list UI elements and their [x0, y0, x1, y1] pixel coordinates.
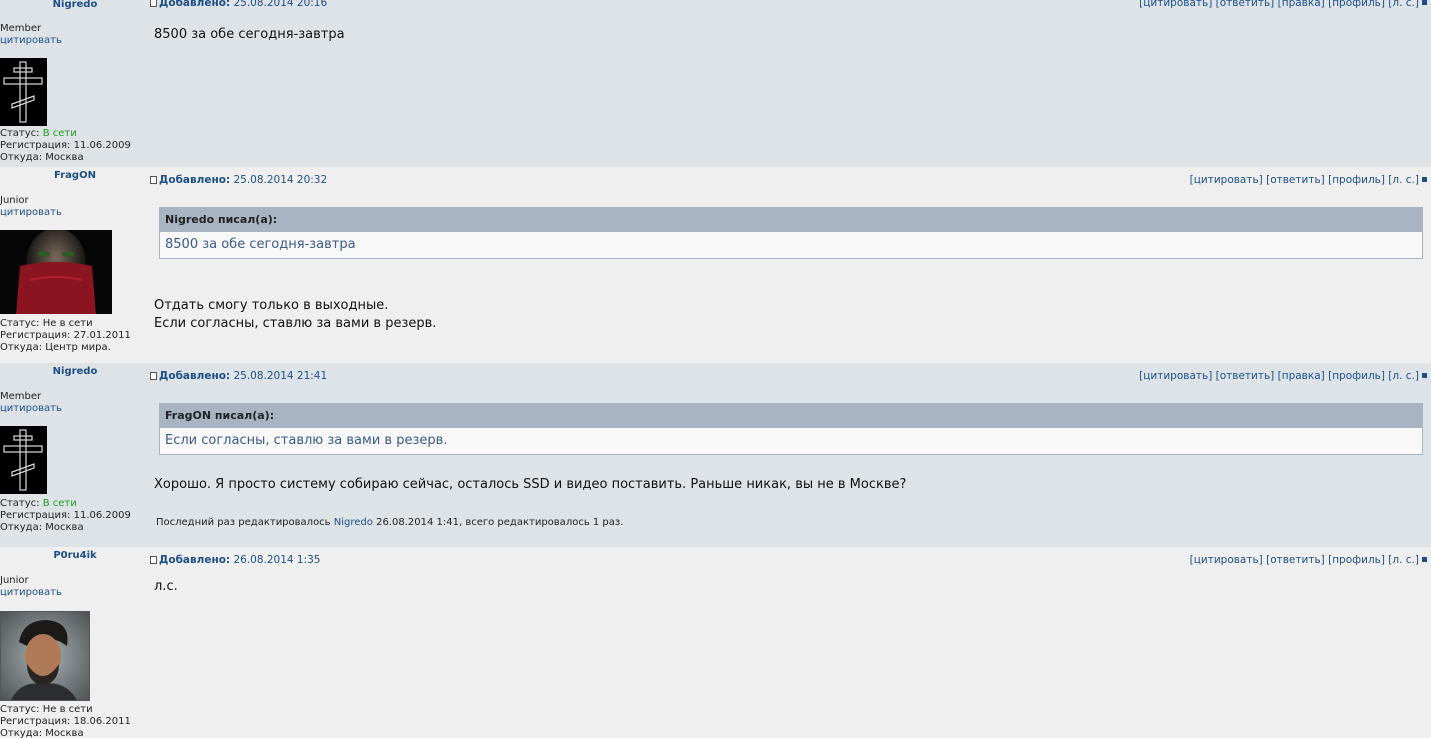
editor-name: Nigredo — [333, 517, 373, 528]
online-status: Не в сети — [42, 318, 93, 329]
post-body: Отдать смогу только в выходные. Если сог… — [154, 298, 437, 331]
post-actions: [цитировать] [ответить] [профиль] [л. с.… — [1190, 554, 1427, 566]
post-icon — [150, 0, 157, 7]
profile-button[interactable]: [профиль] — [1328, 0, 1385, 9]
author-rank: Member — [0, 23, 42, 34]
quote-button[interactable]: [цитировать] — [1139, 370, 1212, 382]
author-name-link[interactable]: FragON — [0, 170, 150, 181]
author-name-link[interactable]: P0ru4ik — [0, 550, 150, 561]
avatar — [0, 58, 47, 126]
post-body: Хорошо. Я просто систему собираю сейчас,… — [154, 477, 907, 492]
profile-button[interactable]: [профиль] — [1328, 174, 1385, 186]
online-status: В сети — [42, 498, 77, 509]
author-meta: Статус: Не в сети Регистрация: 18.06.201… — [0, 704, 131, 738]
edit-button[interactable]: [правка] — [1278, 0, 1325, 9]
author-meta: Статус: Не в сети Регистрация: 27.01.201… — [0, 318, 131, 353]
quote-button[interactable]: [цитировать] — [1139, 0, 1212, 9]
edit-button[interactable]: [правка] — [1278, 370, 1325, 382]
post-date: 25.08.2014 20:32 — [233, 174, 328, 186]
author-rank: Member — [0, 391, 42, 402]
author-quote-link[interactable]: цитировать — [0, 207, 62, 218]
post-body: л.с. — [154, 579, 178, 594]
square-icon — [1422, 373, 1427, 378]
post-date: 25.08.2014 21:41 — [233, 370, 328, 382]
profile-button[interactable]: [профиль] — [1328, 554, 1385, 566]
pm-button[interactable]: [л. с.] — [1388, 174, 1419, 186]
forum-post: P0ru4ik Junior цитировать Статус: Не в с… — [0, 547, 1431, 738]
post-actions: [цитировать] [ответить] [правка] [профил… — [1139, 370, 1427, 382]
post-header: Добавлено: 26.08.2014 1:35 — [150, 554, 321, 566]
post-actions: [цитировать] [ответить] [правка] [профил… — [1139, 0, 1427, 9]
avatar — [0, 611, 90, 701]
post-header: Добавлено: 25.08.2014 20:32 — [150, 174, 327, 186]
quote-block: FragON писал(а): Если согласны, ставлю з… — [159, 403, 1423, 455]
avatar — [0, 426, 47, 494]
author-quote-link[interactable]: цитировать — [0, 35, 62, 46]
reply-button[interactable]: [ответить] — [1266, 554, 1325, 566]
pm-button[interactable]: [л. с.] — [1388, 554, 1419, 566]
author-rank: Junior — [0, 575, 29, 586]
masked-woman-avatar-icon — [0, 228, 112, 314]
post-body: 8500 за обе сегодня-завтра — [154, 27, 345, 42]
quote-button[interactable]: [цитировать] — [1190, 174, 1263, 186]
orthodox-cross-icon — [3, 61, 43, 123]
post-icon — [150, 556, 157, 564]
reply-button[interactable]: [ответить] — [1216, 370, 1275, 382]
post-date: 26.08.2014 1:35 — [233, 554, 321, 566]
forum-post: FragON Junior цитировать Статус: Не в се… — [0, 167, 1431, 363]
online-status: В сети — [42, 128, 77, 139]
square-icon — [1422, 557, 1427, 562]
forum-post: Nigredo Member цитировать Статус: В сети… — [0, 363, 1431, 547]
quote-header: Nigredo писал(а): — [160, 208, 1422, 232]
post-icon — [150, 176, 157, 184]
pm-button[interactable]: [л. с.] — [1388, 370, 1419, 382]
forum-post: Nigredo Member цитировать Статус: В сети… — [0, 0, 1431, 167]
pm-button[interactable]: [л. с.] — [1388, 0, 1419, 9]
author-rank: Junior — [0, 195, 29, 206]
post-date: 25.08.2014 20:16 — [233, 0, 328, 9]
post-icon — [150, 372, 157, 380]
post-header: Добавлено: 25.08.2014 21:41 — [150, 370, 327, 382]
reply-button[interactable]: [ответить] — [1266, 174, 1325, 186]
post-header: Добавлено: 25.08.2014 20:16 — [150, 0, 327, 9]
quote-button[interactable]: [цитировать] — [1190, 554, 1263, 566]
quote-header: FragON писал(а): — [160, 404, 1422, 428]
avatar — [0, 228, 112, 314]
post-actions: [цитировать] [ответить] [профиль] [л. с.… — [1190, 174, 1427, 186]
square-icon — [1422, 0, 1427, 5]
reply-button[interactable]: [ответить] — [1216, 0, 1275, 9]
edited-note: Последний раз редактировалось Nigredo 26… — [156, 517, 624, 528]
portrait-avatar-icon — [1, 612, 89, 700]
quote-block: Nigredo писал(а): 8500 за обе сегодня-за… — [159, 207, 1423, 259]
square-icon — [1422, 177, 1427, 182]
quote-text: 8500 за обе сегодня-завтра — [165, 237, 356, 252]
author-quote-link[interactable]: цитировать — [0, 403, 62, 414]
quote-text: Если согласны, ставлю за вами в резерв. — [165, 433, 448, 448]
author-quote-link[interactable]: цитировать — [0, 587, 62, 598]
author-name-link[interactable]: Nigredo — [0, 366, 150, 377]
author-meta: Статус: В сети Регистрация: 11.06.2009 О… — [0, 128, 131, 163]
profile-button[interactable]: [профиль] — [1328, 370, 1385, 382]
orthodox-cross-icon — [3, 429, 43, 491]
author-name-link[interactable]: Nigredo — [0, 0, 150, 10]
online-status: Не в сети — [42, 704, 93, 715]
author-meta: Статус: В сети Регистрация: 11.06.2009 О… — [0, 498, 131, 533]
